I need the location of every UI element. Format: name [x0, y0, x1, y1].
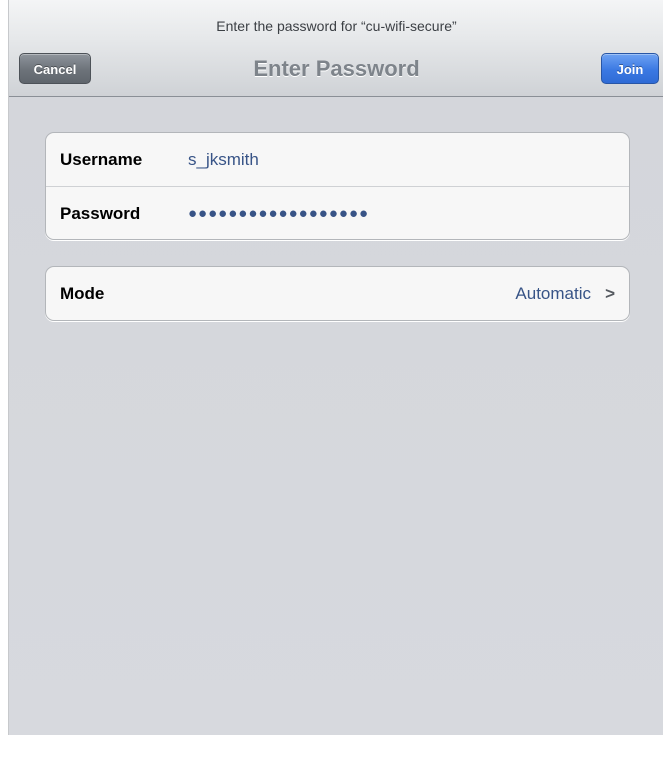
username-row[interactable]: Username s_jksmith — [46, 133, 629, 186]
chevron-right-icon: > — [605, 284, 615, 303]
settings-content: Username s_jksmith Password ●●●●●●●●●●●●… — [9, 97, 663, 735]
wifi-password-dialog: Enter the password for “cu-wifi-secure” … — [8, 0, 663, 735]
navigation-bar: Enter the password for “cu-wifi-secure” … — [9, 0, 663, 97]
mode-label: Mode — [60, 284, 105, 303]
mode-value: Automatic — [515, 284, 591, 303]
network-prompt: Enter the password for “cu-wifi-secure” — [216, 18, 457, 34]
credentials-group: Username s_jksmith Password ●●●●●●●●●●●●… — [45, 132, 630, 240]
username-field[interactable]: s_jksmith — [188, 133, 259, 186]
password-label: Password — [60, 204, 141, 223]
username-label: Username — [60, 150, 143, 169]
mode-row[interactable]: Mode Automatic > — [46, 267, 629, 320]
password-row[interactable]: Password ●●●●●●●●●●●●●●●●●● — [46, 186, 629, 239]
join-button[interactable]: Join — [601, 53, 659, 84]
page-title: Enter Password — [253, 56, 420, 81]
password-field[interactable]: ●●●●●●●●●●●●●●●●●● — [188, 187, 369, 240]
mode-group: Mode Automatic > — [45, 266, 630, 321]
